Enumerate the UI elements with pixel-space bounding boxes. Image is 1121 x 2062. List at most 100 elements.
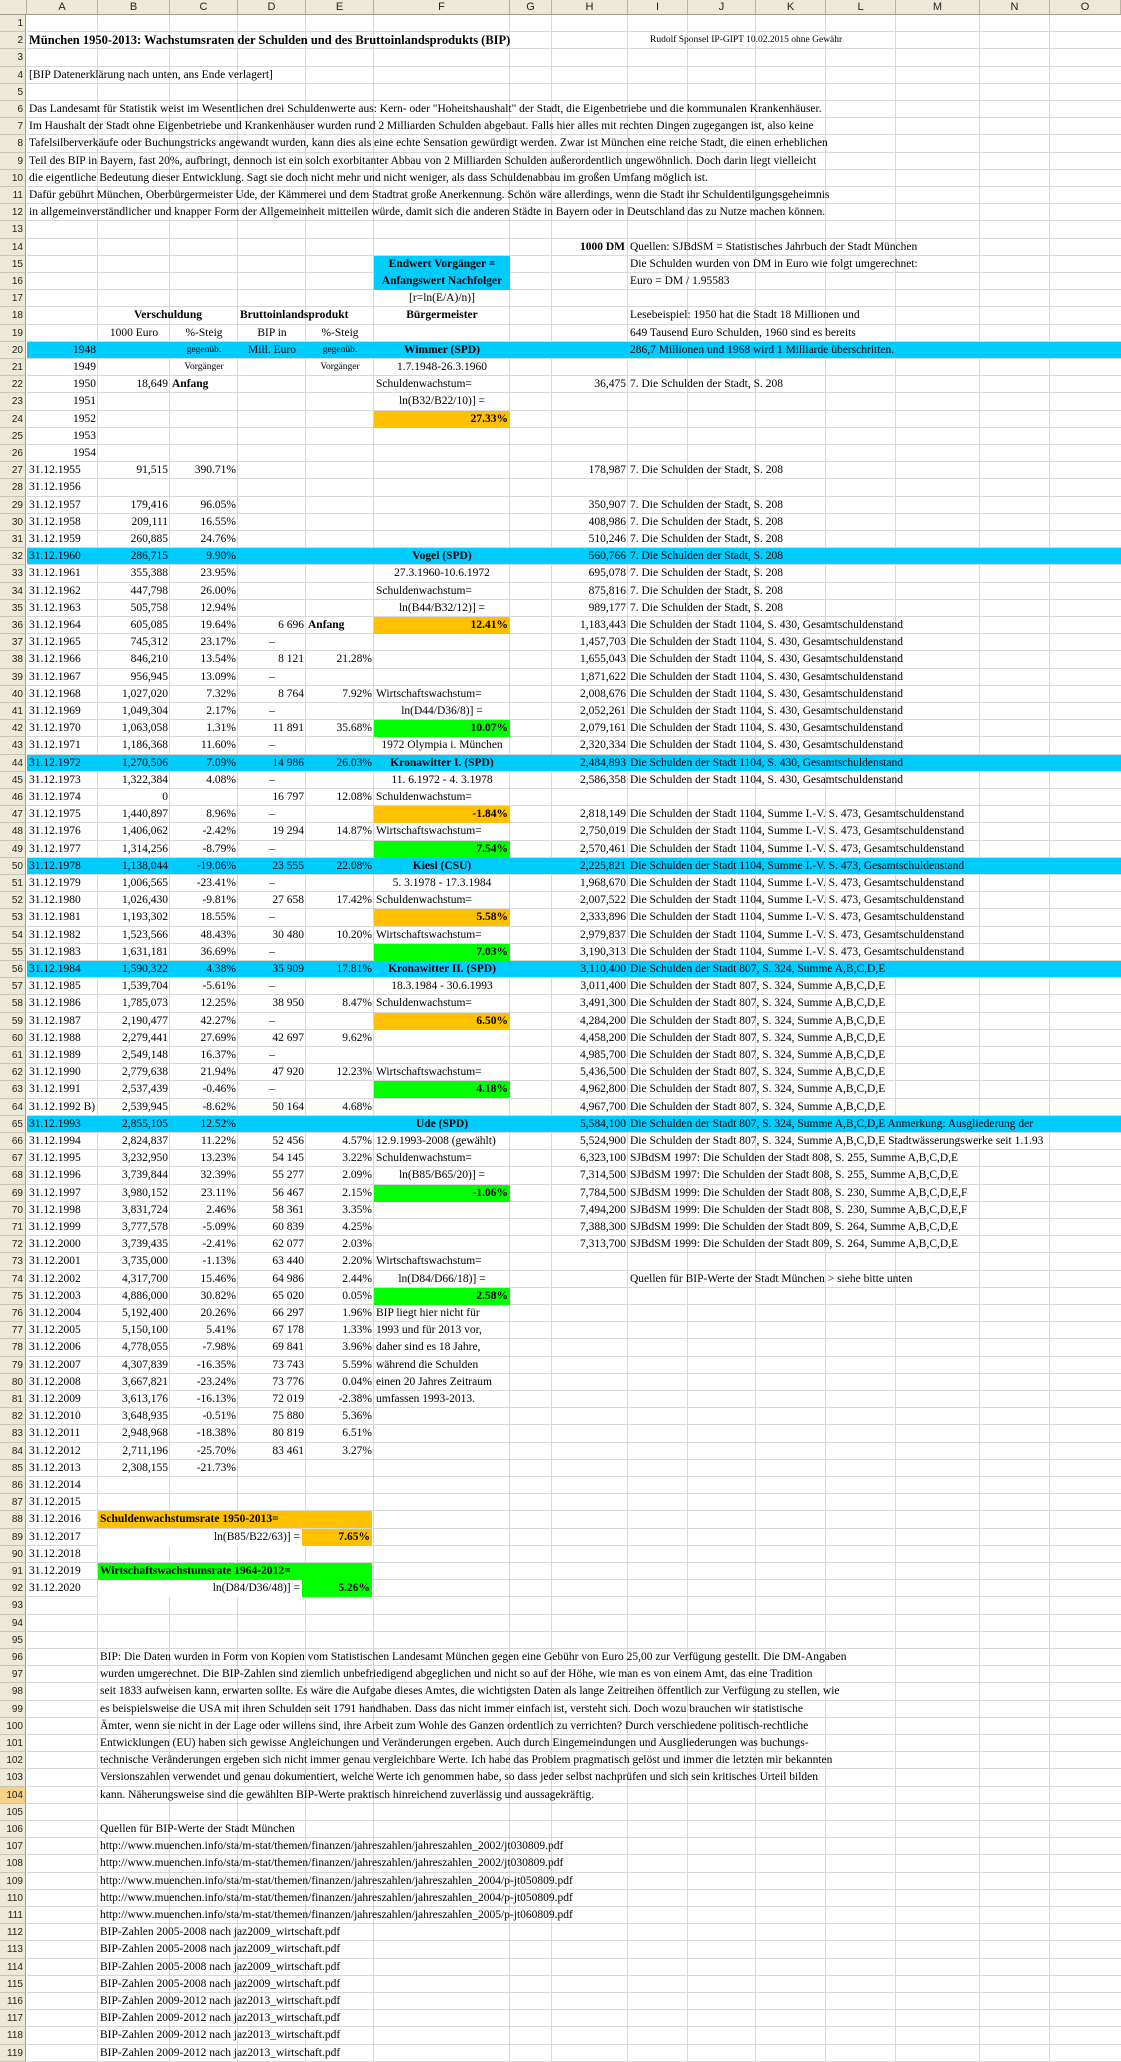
cell-dm[interactable]: 2,979,837 (552, 927, 628, 944)
row-header[interactable]: 17 (0, 290, 26, 308)
cell-debt[interactable]: 1,314,256 (98, 841, 170, 858)
bip-source-line[interactable]: http://www.muenchen.info/sta/m-stat/them… (98, 1838, 798, 1855)
cell-debt[interactable]: 4,886,000 (98, 1288, 170, 1305)
row-header[interactable]: 35 (0, 599, 26, 617)
row-header[interactable]: 31 (0, 531, 26, 549)
cell-dm[interactable]: 1,871,622 (552, 669, 628, 686)
cell-bip-growth[interactable]: 7.92% (306, 686, 374, 703)
cell-date[interactable]: 31.12.2015 (27, 1494, 98, 1511)
cell-mayor-info[interactable]: Kiesl (CSU) (374, 858, 510, 875)
row-header[interactable]: 105 (0, 1803, 26, 1821)
intro-line[interactable]: Im Haushalt der Stadt ohne Eigenbetriebe… (27, 118, 1027, 135)
cell-debt[interactable]: 1,006,565 (98, 875, 170, 892)
cell-date[interactable]: 31.12.2002 (27, 1271, 98, 1288)
cell-bip[interactable]: 16 797 (238, 789, 306, 806)
cell-source[interactable]: Die Schulden der Stadt 1104, S. 430, Ges… (628, 772, 1120, 789)
cell-source[interactable]: 7. Die Schulden der Stadt, S. 208 (628, 548, 1120, 565)
cell-date[interactable]: 31.12.1981 (27, 909, 98, 926)
row-header[interactable]: 108 (0, 1855, 26, 1873)
cell-debt[interactable]: 3,777,578 (98, 1219, 170, 1236)
cell-date[interactable]: 31.12.1986 (27, 995, 98, 1012)
cell-debt[interactable]: 1,026,430 (98, 892, 170, 909)
spreadsheet[interactable]: A B C D E F G H I J K L M N O 1 2 3 4 5 6 7 8 9 10 11 12 13 14 15 16 17… (0, 0, 1121, 2062)
cell-bip-growth[interactable]: 14.87% (306, 823, 374, 840)
cell-source[interactable]: Die Schulden der Stadt 807, S. 324, Summ… (628, 1064, 1120, 1081)
cell-mayor-info[interactable]: 18.3.1984 - 30.6.1993 (374, 978, 510, 995)
cell-bip-growth[interactable]: 4.25% (306, 1219, 374, 1236)
row-header[interactable]: 60 (0, 1029, 26, 1047)
column-header-j[interactable]: J (688, 0, 756, 15)
cell-debt-growth[interactable]: 2.46% (170, 1202, 238, 1219)
cell-debt[interactable]: 4,317,700 (98, 1271, 170, 1288)
cell-bip[interactable]: 64 986 (238, 1271, 306, 1288)
cell-mayor-info[interactable]: 12.41% (374, 617, 510, 634)
cell-source[interactable]: Die Schulden der Stadt 807, S. 324, Summ… (628, 1081, 1120, 1098)
cell-date[interactable]: 31.12.1965 (27, 634, 98, 651)
cell-source[interactable]: Die Schulden der Stadt 807, S. 324, Summ… (628, 1133, 1120, 1150)
cell-bip[interactable]: 6 696 (238, 617, 306, 634)
cell-source[interactable]: Die Schulden der Stadt 1104, S. 430, Ges… (628, 737, 1120, 754)
row-header[interactable]: 93 (0, 1597, 26, 1615)
cell-source[interactable]: SJBdSM 1997: Die Schulden der Stadt 808,… (628, 1167, 1120, 1184)
cell-date[interactable]: 31.12.1973 (27, 772, 98, 789)
row-header[interactable]: 78 (0, 1339, 26, 1357)
row-header[interactable]: 104 (0, 1786, 26, 1804)
cell-debt-growth[interactable]: Anfang (170, 376, 238, 393)
header-mill-euro[interactable]: Mill. Euro (238, 342, 306, 359)
cell-debt-growth[interactable]: 23.95% (170, 565, 238, 582)
row-header[interactable]: 85 (0, 1459, 26, 1477)
row-header[interactable]: 86 (0, 1477, 26, 1495)
row-header[interactable]: 8 (0, 135, 26, 153)
cell-debt[interactable]: 18,649 (98, 376, 170, 393)
cell-debt[interactable]: 2,308,155 (98, 1460, 170, 1477)
cell-bip-growth[interactable]: Anfang (306, 617, 374, 634)
header-vorgaenger-bip[interactable]: Vorgänger (306, 359, 374, 376)
cell-mayor-info[interactable]: während die Schulden (374, 1357, 510, 1374)
cell-bip[interactable]: 58 361 (238, 1202, 306, 1219)
cell-debt[interactable]: 2,190,477 (98, 1013, 170, 1030)
cell-bip[interactable]: 23 555 (238, 858, 306, 875)
cell-debt[interactable]: 3,613,176 (98, 1391, 170, 1408)
cell-debt-growth[interactable]: 390.71% (170, 462, 238, 479)
bip-source-line[interactable]: BIP-Zahlen 2009-2012 nach jaz2013_wirtsc… (98, 2027, 798, 2044)
cell-date[interactable]: 31.12.1983 (27, 944, 98, 961)
sources-header-line[interactable]: Euro = DM / 1.95583 (628, 273, 1048, 290)
cell-debt-growth[interactable]: 32.39% (170, 1167, 238, 1184)
cell-mayor-info[interactable]: 5. 3.1978 - 17.3.1984 (374, 875, 510, 892)
cell-date[interactable]: 31.12.2000 (27, 1236, 98, 1253)
row-header[interactable]: 67 (0, 1150, 26, 1168)
cell-debt[interactable]: 1,406,062 (98, 823, 170, 840)
cell-date[interactable]: 31.12.1958 (27, 514, 98, 531)
cell-bip[interactable]: 60 839 (238, 1219, 306, 1236)
cell-dm[interactable]: 4,962,800 (552, 1081, 628, 1098)
row-header[interactable]: 53 (0, 909, 26, 927)
header-1000-euro[interactable]: 1000 Euro (98, 325, 170, 342)
cell-debt[interactable]: 1,785,073 (98, 995, 170, 1012)
cell-source[interactable]: Die Schulden der Stadt 1104, S. 430, Ges… (628, 634, 1120, 651)
cell-debt[interactable]: 3,739,844 (98, 1167, 170, 1184)
cell-debt-growth[interactable]: 19.64% (170, 617, 238, 634)
cell-bip[interactable]: 65 020 (238, 1288, 306, 1305)
cell-debt-growth[interactable]: -0.46% (170, 1081, 238, 1098)
cell-debt-growth[interactable]: 36.69% (170, 944, 238, 961)
cell-bip[interactable]: 75 880 (238, 1408, 306, 1425)
cell-bip-growth[interactable]: 8.47% (306, 995, 374, 1012)
cell-source[interactable]: Die Schulden der Stadt 1104, Summe I.-V.… (628, 858, 1120, 875)
cell-debt[interactable]: 2,948,968 (98, 1425, 170, 1442)
cell-dm[interactable]: 7,388,300 (552, 1219, 628, 1236)
cell-date[interactable]: 31.12.2018 (27, 1546, 98, 1563)
cell-debt[interactable]: 209,111 (98, 514, 170, 531)
cell-date[interactable]: 31.12.2008 (27, 1374, 98, 1391)
cell-bip[interactable]: 54 145 (238, 1150, 306, 1167)
row-header[interactable]: 118 (0, 2027, 26, 2045)
cell-bip[interactable]: 8 121 (238, 651, 306, 668)
cell-source[interactable]: 7. Die Schulden der Stadt, S. 208 (628, 514, 1120, 531)
header-vorgaenger[interactable]: Vorgänger (170, 359, 238, 376)
cell-date[interactable]: 31.12.1972 (27, 755, 98, 772)
cell-debt-growth[interactable]: 11.60% (170, 737, 238, 754)
cell-mayor-info[interactable]: 27.3.1960-10.6.1972 (374, 565, 510, 582)
cell-debt-growth[interactable]: 21.94% (170, 1064, 238, 1081)
cell-dm[interactable]: 408,986 (552, 514, 628, 531)
cell-debt[interactable]: 2,779,638 (98, 1064, 170, 1081)
cell-mayor-info[interactable]: ln(B32/B22/10)] = (374, 393, 510, 410)
